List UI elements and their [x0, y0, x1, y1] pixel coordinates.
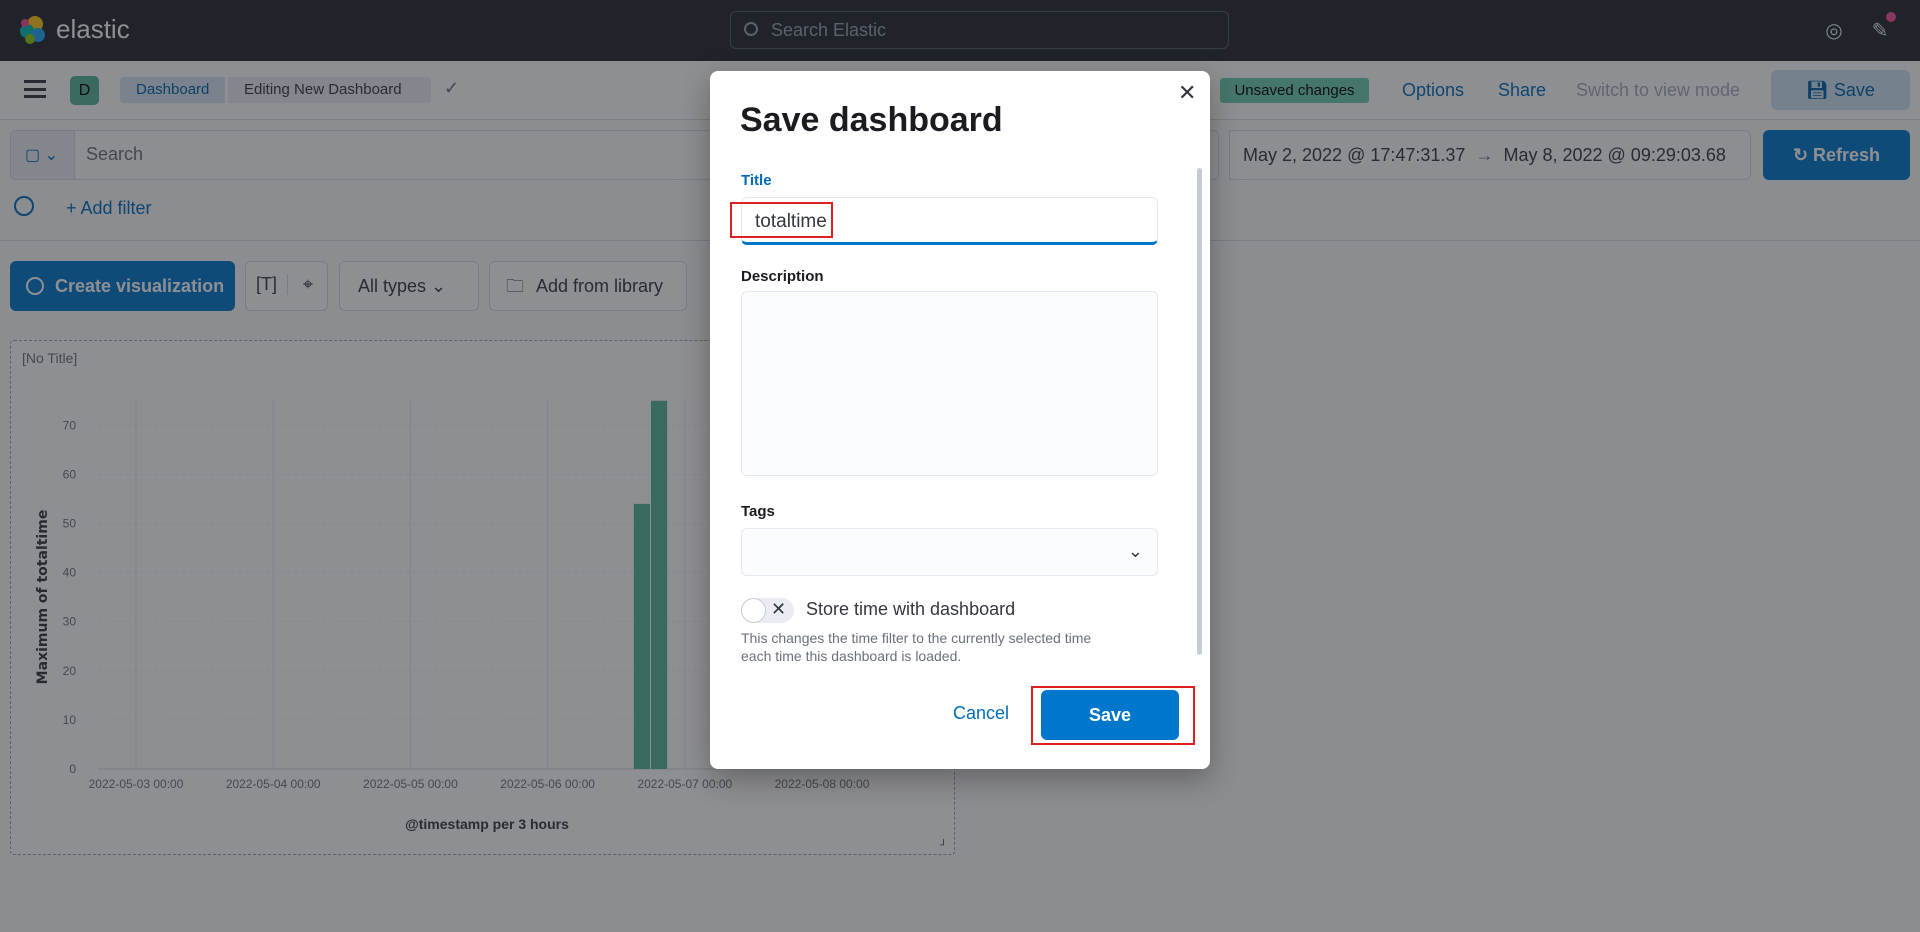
- modal-title: Save dashboard: [740, 101, 1003, 139]
- tags-label: Tags: [741, 503, 775, 520]
- description-label: Description: [741, 268, 824, 285]
- store-time-label: Store time with dashboard: [806, 599, 1016, 619]
- modal-scrollbar[interactable]: [1197, 168, 1202, 655]
- title-label: Title: [741, 172, 772, 189]
- help-text-line2: each time this dashboard is loaded.: [741, 648, 962, 664]
- chevron-down-icon: ⌄: [1127, 541, 1143, 561]
- cancel-button[interactable]: Cancel: [953, 703, 1009, 724]
- store-time-toggle[interactable]: ✕: [741, 598, 794, 623]
- description-textarea[interactable]: [741, 291, 1158, 476]
- highlight-box: [1031, 686, 1195, 745]
- highlight-box: [730, 202, 833, 238]
- help-text-line1: This changes the time filter to the curr…: [741, 630, 1092, 646]
- close-icon[interactable]: ✕: [1178, 80, 1196, 106]
- cross-icon: ✕: [771, 599, 787, 619]
- tags-select[interactable]: ⌄: [741, 528, 1158, 576]
